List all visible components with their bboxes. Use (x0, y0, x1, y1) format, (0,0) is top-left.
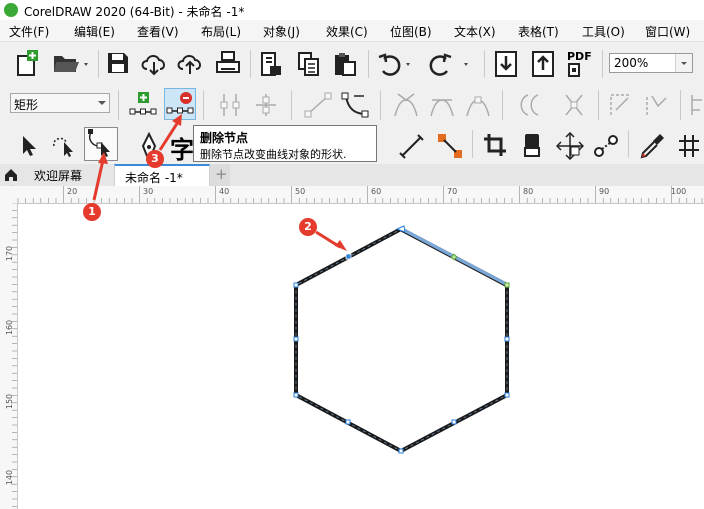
annotation-arrowhead-2 (335, 240, 347, 251)
annotation-badge-3: 3 (146, 150, 164, 168)
annotation-arrow-1 (92, 159, 105, 201)
annotation-arrow-3 (158, 121, 180, 151)
annotation-arrowhead-1 (98, 152, 108, 164)
annotation-badge-1: 1 (83, 203, 101, 221)
annotation-overlay (92, 114, 347, 251)
annotation-badge-2: 2 (299, 218, 317, 236)
